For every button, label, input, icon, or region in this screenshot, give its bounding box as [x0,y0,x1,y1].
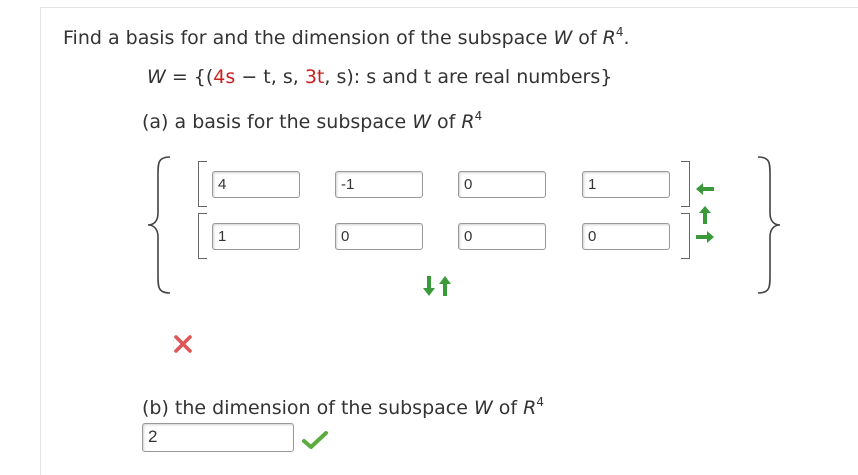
arrow-up-icon[interactable] [438,275,452,297]
part-b-label: (b) the dimension of the subspace W of R… [142,395,545,419]
arrow-right-icon[interactable] [695,230,715,244]
check-icon [302,431,328,449]
arrow-up-icon[interactable] [698,205,712,225]
vector1-entry-1[interactable]: 4 [212,171,300,198]
vector1-left-bracket [198,161,207,207]
set-definition: W = {(4s − t, s, 3t, s): s and t are rea… [147,66,612,88]
vector2-entry-2[interactable]: 0 [335,223,423,250]
part-a-text: (a) a basis for the subspace [142,111,413,133]
set-term1: 4s [213,66,236,88]
problem-period: . [623,27,630,49]
problem-exp: 4 [615,25,624,39]
set-term2: 3t [304,66,325,88]
part-b-of: of [492,397,524,419]
part-b-r: R [523,397,537,419]
set-w: W [147,66,166,88]
arrow-down-icon[interactable] [422,275,436,297]
vector1-entry-4[interactable]: 1 [582,171,670,198]
part-a-exp: 4 [474,109,483,123]
part-b-exp: 4 [536,395,545,409]
problem-statement: Find a basis for and the dimension of th… [63,25,630,49]
set-minus-t: − t, s, [235,66,305,88]
vector1-entry-3[interactable]: 0 [458,171,546,198]
part-a-w: W [412,111,431,133]
set-eq-open: = {( [165,66,214,88]
part-b-text: (b) the dimension of the subspace [142,397,474,419]
dimension-input[interactable]: 2 [142,423,294,452]
problem-r: R [602,27,616,49]
part-a-r: R [461,111,475,133]
problem-w: W [553,27,573,49]
vector2-entry-3[interactable]: 0 [458,223,546,250]
part-b-w: W [473,397,493,419]
set-open-brace [147,156,171,294]
part-a-of: of [430,111,462,133]
part-a-label: (a) a basis for the subspace W of R4 [142,109,483,133]
vector1-entry-2[interactable]: -1 [335,171,423,198]
set-close-brace [757,156,781,294]
problem-of: of [572,27,603,49]
vector2-entry-1[interactable]: 1 [212,223,300,250]
panel-border-left [40,7,41,475]
panel-border-top [40,7,858,8]
vector2-right-bracket [681,213,690,259]
vector1-right-bracket [681,161,690,207]
set-tail: , s): s and t are real numbers} [324,66,613,88]
x-icon [174,335,192,353]
vector2-left-bracket [198,213,207,259]
problem-prefix: Find a basis for and the dimension of th… [63,27,554,49]
vector2-entry-4[interactable]: 0 [582,223,670,250]
arrow-left-icon[interactable] [695,182,715,196]
